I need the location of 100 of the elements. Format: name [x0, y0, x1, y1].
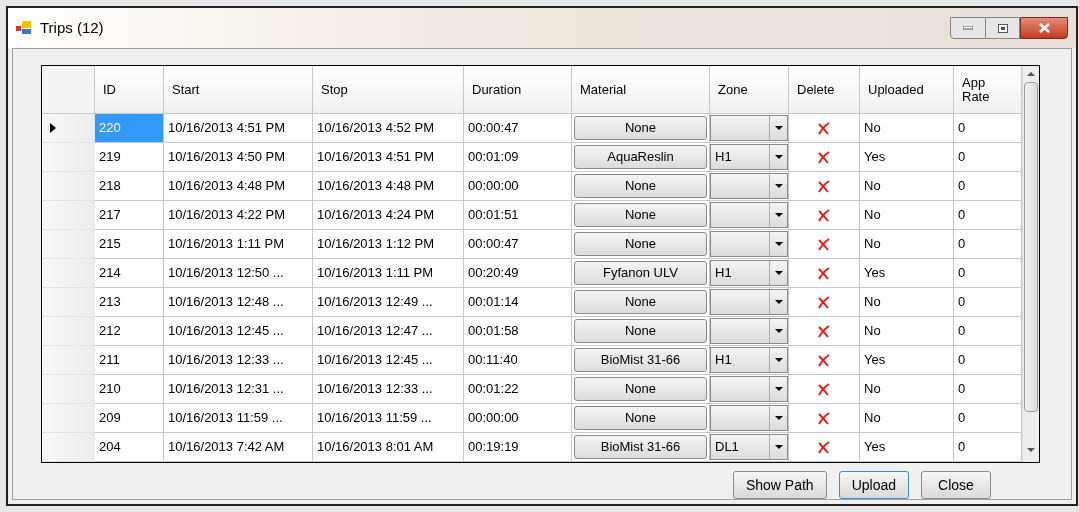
- dropdown-caret-icon: [774, 416, 783, 420]
- material-button[interactable]: None: [574, 290, 707, 314]
- delete-icon[interactable]: [817, 150, 831, 164]
- delete-icon[interactable]: [817, 440, 831, 454]
- table-cell: 217: [95, 201, 164, 230]
- close-window-button[interactable]: [1020, 17, 1068, 39]
- dropdown-caret-icon: [774, 445, 783, 449]
- column-header[interactable]: Material: [572, 66, 710, 114]
- zone-dropdown[interactable]: [710, 115, 788, 141]
- delete-icon[interactable]: [817, 382, 831, 396]
- material-button[interactable]: AquaReslin: [574, 145, 707, 169]
- table-cell: 10/16/2013 1:11 PM: [313, 259, 464, 288]
- zone-value: H1: [715, 149, 732, 165]
- dropdown-caret-icon: [774, 300, 783, 304]
- maximize-button[interactable]: [986, 17, 1020, 39]
- table-cell: 10/16/2013 11:59 ...: [164, 404, 313, 433]
- table-cell: 10/16/2013 8:01 AM: [313, 433, 464, 462]
- delete-icon[interactable]: [817, 324, 831, 338]
- table-cell: 212: [95, 317, 164, 346]
- dropdown-caret-icon: [774, 329, 783, 333]
- close-button[interactable]: Close: [921, 471, 991, 499]
- delete-icon[interactable]: [817, 121, 831, 135]
- table-cell: 00:01:09: [464, 143, 572, 172]
- table-cell: Yes: [860, 143, 954, 172]
- delete-icon[interactable]: [817, 353, 831, 367]
- table-cell: 00:01:58: [464, 317, 572, 346]
- zone-dropdown[interactable]: [710, 289, 788, 315]
- dropdown-caret-icon: [774, 184, 783, 188]
- zone-value: H1: [715, 352, 732, 368]
- zone-dropdown[interactable]: [710, 405, 788, 431]
- row-header[interactable]: [42, 114, 95, 143]
- zone-dropdown[interactable]: [710, 173, 788, 199]
- table-cell: 00:20:49: [464, 259, 572, 288]
- table-cell: No: [860, 404, 954, 433]
- table-cell: 10/16/2013 12:50 ...: [164, 259, 313, 288]
- column-header[interactable]: Zone: [710, 66, 789, 114]
- column-header[interactable]: Duration: [464, 66, 572, 114]
- zone-dropdown[interactable]: [710, 231, 788, 257]
- delete-icon[interactable]: [817, 411, 831, 425]
- column-header[interactable]: Start: [164, 66, 313, 114]
- zone-dropdown[interactable]: [710, 202, 788, 228]
- zone-dropdown[interactable]: DL1: [710, 434, 788, 460]
- table-cell: 10/16/2013 4:52 PM: [313, 114, 464, 143]
- material-button[interactable]: None: [574, 406, 707, 430]
- table-cell: 10/16/2013 4:51 PM: [164, 114, 313, 143]
- zone-dropdown[interactable]: H1: [710, 144, 788, 170]
- table-cell: 204: [95, 433, 164, 462]
- table-cell: 10/16/2013 11:59 ...: [313, 404, 464, 433]
- app-icon: [16, 21, 32, 35]
- table-cell: 10/16/2013 7:42 AM: [164, 433, 313, 462]
- delete-icon[interactable]: [817, 179, 831, 193]
- material-button[interactable]: BioMist 31-66: [574, 348, 707, 372]
- delete-icon[interactable]: [817, 237, 831, 251]
- table-cell: No: [860, 375, 954, 404]
- column-header[interactable]: Delete: [789, 66, 860, 114]
- column-header[interactable]: ID: [95, 66, 164, 114]
- scrollbar-thumb[interactable]: [1024, 82, 1038, 412]
- vertical-scrollbar[interactable]: [1022, 66, 1039, 462]
- material-button[interactable]: None: [574, 319, 707, 343]
- table-cell: No: [860, 317, 954, 346]
- table-cell: 213: [95, 288, 164, 317]
- zone-dropdown[interactable]: H1: [710, 347, 788, 373]
- zone-value: H1: [715, 265, 732, 281]
- delete-icon[interactable]: [817, 266, 831, 280]
- material-button[interactable]: None: [574, 116, 707, 140]
- delete-icon[interactable]: [817, 295, 831, 309]
- upload-button[interactable]: Upload: [838, 471, 909, 499]
- table-cell: 219: [95, 143, 164, 172]
- table-cell: No: [860, 201, 954, 230]
- material-button[interactable]: BioMist 31-66: [574, 435, 707, 459]
- close-icon: [1038, 23, 1050, 33]
- table-cell: Yes: [860, 346, 954, 375]
- dropdown-caret-icon: [774, 387, 783, 391]
- material-button[interactable]: None: [574, 377, 707, 401]
- table-cell: 10/16/2013 12:49 ...: [313, 288, 464, 317]
- table-cell: No: [860, 288, 954, 317]
- table-cell: No: [860, 230, 954, 259]
- table-cell: 10/16/2013 12:47 ...: [313, 317, 464, 346]
- table-cell: 00:00:47: [464, 230, 572, 259]
- material-button[interactable]: Fyfanon ULV: [574, 261, 707, 285]
- table-cell: 10/16/2013 12:45 ...: [164, 317, 313, 346]
- zone-dropdown[interactable]: [710, 318, 788, 344]
- table-cell: 00:01:22: [464, 375, 572, 404]
- table-cell: 10/16/2013 12:33 ...: [164, 346, 313, 375]
- zone-dropdown[interactable]: H1: [710, 260, 788, 286]
- table-cell: 214: [95, 259, 164, 288]
- material-button[interactable]: None: [574, 232, 707, 256]
- material-button[interactable]: None: [574, 203, 707, 227]
- table-cell: 00:00:00: [464, 172, 572, 201]
- column-header[interactable]: Stop: [313, 66, 464, 114]
- dropdown-caret-icon: [774, 271, 783, 275]
- delete-icon[interactable]: [817, 208, 831, 222]
- show-path-button[interactable]: Show Path: [732, 471, 827, 499]
- zone-dropdown[interactable]: [710, 376, 788, 402]
- material-button[interactable]: None: [574, 174, 707, 198]
- table-cell: 00:19:19: [464, 433, 572, 462]
- column-header[interactable]: App Rate: [954, 66, 1022, 114]
- table-cell: Yes: [860, 259, 954, 288]
- column-header[interactable]: Uploaded: [860, 66, 954, 114]
- zone-value: DL1: [715, 439, 739, 455]
